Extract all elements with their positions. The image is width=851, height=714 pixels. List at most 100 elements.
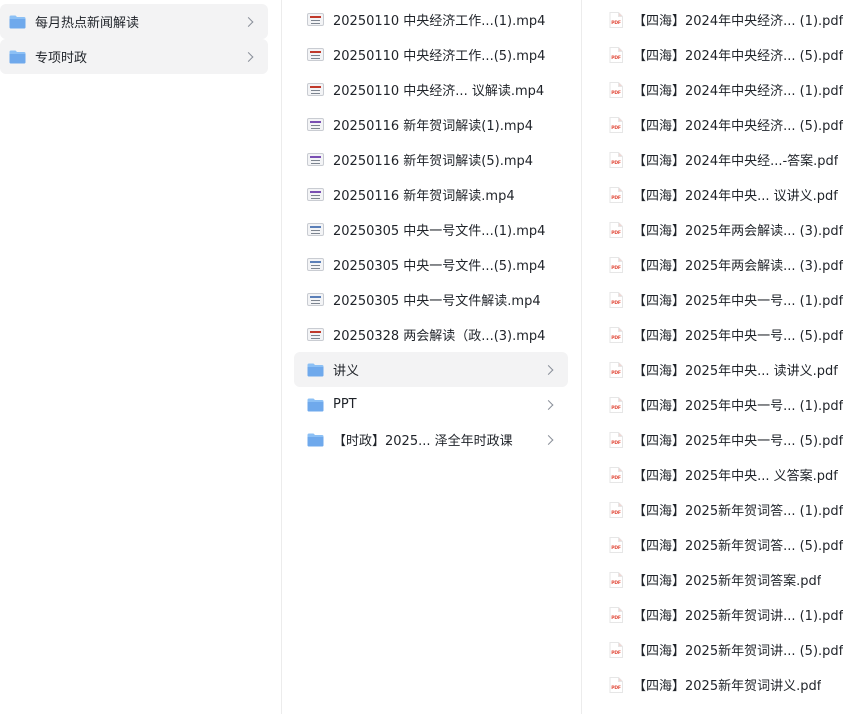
pdf-file-item[interactable]: PDF 【四海】2024年中央... 议讲义.pdf — [604, 177, 851, 212]
video-file-item[interactable]: 20250305 中央一号文件...(1).mp4 — [294, 212, 568, 247]
folder-icon — [307, 363, 324, 377]
chevron-right-icon — [543, 364, 554, 375]
pdf-file-icon: PDF — [609, 606, 623, 623]
video-thumbnail-icon — [307, 118, 324, 131]
subfolder-label: 【时政】2025... 泽全年时政课 — [333, 434, 513, 449]
pdf-file-name: 【四海】2024年中央经济... (5).pdf — [633, 119, 844, 134]
video-file-name: 20250116 新年贺词解读.mp4 — [333, 189, 515, 204]
pdf-file-name: 【四海】2025新年贺词答... (1).pdf — [633, 504, 844, 519]
pdf-file-item[interactable]: PDF 【四海】2025年中央... 义答案.pdf — [604, 457, 851, 492]
pdf-file-name: 【四海】2025年中央... 读讲义.pdf — [633, 364, 838, 379]
subfolder-item[interactable]: PPT — [294, 387, 568, 422]
pdf-file-item[interactable]: PDF 【四海】2025新年贺词答... (5).pdf — [604, 527, 851, 562]
video-file-item[interactable]: 20250116 新年贺词解读(5).mp4 — [294, 142, 568, 177]
pdf-file-icon: PDF — [609, 291, 623, 308]
video-thumbnail-icon — [307, 223, 324, 236]
pdf-badge: PDF — [611, 475, 621, 481]
pdf-file-name: 【四海】2025年中央一号... (1).pdf — [633, 294, 844, 309]
pdf-badge: PDF — [611, 20, 621, 26]
video-file-item[interactable]: 20250110 中央经济... 议解读.mp4 — [294, 72, 568, 107]
pdf-file-item[interactable]: PDF 【四海】2025年中央... 读讲义.pdf — [604, 352, 851, 387]
subfolder-label: PPT — [333, 397, 357, 412]
pdf-file-name: 【四海】2025年中央... 义答案.pdf — [633, 469, 838, 484]
pdf-file-item[interactable]: PDF 【四海】2025新年贺词答... (1).pdf — [604, 492, 851, 527]
pdf-file-item[interactable]: PDF 【四海】2025新年贺词答案.pdf — [604, 562, 851, 597]
pdf-badge: PDF — [611, 335, 621, 341]
subfolder-item[interactable]: 讲义 — [294, 352, 568, 387]
pdf-file-icon: PDF — [609, 11, 623, 28]
video-file-item[interactable]: 20250110 中央经济工作...(1).mp4 — [294, 2, 568, 37]
pdf-badge: PDF — [611, 195, 621, 201]
pdf-file-item[interactable]: PDF 【四海】2025年两会解读... (3).pdf — [604, 247, 851, 282]
chevron-right-icon — [543, 399, 554, 410]
pdf-file-icon: PDF — [609, 536, 623, 553]
video-thumbnail-icon — [307, 188, 324, 201]
pdf-file-item[interactable]: PDF 【四海】2024年中央经济... (5).pdf — [604, 107, 851, 142]
pdf-file-item[interactable]: PDF 【四海】2025新年贺词讲义.pdf — [604, 667, 851, 702]
pdf-file-item[interactable]: PDF 【四海】2025新年贺词讲... (5).pdf — [604, 632, 851, 667]
folder-icon — [307, 433, 324, 447]
chevron-right-icon — [243, 51, 254, 62]
pdf-badge: PDF — [611, 300, 621, 306]
pdf-file-icon: PDF — [609, 186, 623, 203]
pdf-badge: PDF — [611, 90, 621, 96]
pdf-file-name: 【四海】2025新年贺词讲... (5).pdf — [633, 644, 844, 659]
video-file-name: 20250110 中央经济工作...(5).mp4 — [333, 49, 546, 64]
category-item[interactable]: 专项时政 — [0, 39, 268, 74]
category-column: 每月热点新闻解读 专项时政 — [0, 0, 280, 714]
subfolder-item[interactable]: 【时政】2025... 泽全年时政课 — [294, 422, 568, 457]
video-file-item[interactable]: 20250116 新年贺词解读.mp4 — [294, 177, 568, 212]
pdf-file-item[interactable]: PDF 【四海】2025年中央一号... (5).pdf — [604, 422, 851, 457]
category-label: 专项时政 — [35, 51, 88, 66]
folder-contents-column: 20250110 中央经济工作...(1).mp4 20250110 中央经济工作… — [281, 0, 580, 714]
video-file-name: 20250116 新年贺词解读(5).mp4 — [333, 154, 534, 169]
pdf-file-icon: PDF — [609, 151, 623, 168]
video-file-item[interactable]: 20250110 中央经济工作...(5).mp4 — [294, 37, 568, 72]
pdf-badge: PDF — [611, 510, 621, 516]
folder-icon — [307, 398, 324, 412]
pdf-badge: PDF — [611, 440, 621, 446]
pdf-file-item[interactable]: PDF 【四海】2025年中央一号... (1).pdf — [604, 282, 851, 317]
pdf-file-item[interactable]: PDF 【四海】2025年中央一号... (1).pdf — [604, 387, 851, 422]
video-file-item[interactable]: 20250328 两会解读（政...(3).mp4 — [294, 317, 568, 352]
pdf-file-name: 【四海】2025新年贺词讲... (1).pdf — [633, 609, 844, 624]
subfolder-label: 讲义 — [333, 364, 360, 379]
pdf-badge: PDF — [611, 545, 621, 551]
pdf-file-name: 【四海】2024年中央经济... (1).pdf — [633, 84, 844, 99]
pdf-badge: PDF — [611, 405, 621, 411]
chevron-right-icon — [243, 16, 254, 27]
pdf-file-icon: PDF — [609, 466, 623, 483]
pdf-file-icon: PDF — [609, 501, 623, 518]
pdf-file-item[interactable]: PDF 【四海】2024年中央经济... (1).pdf — [604, 72, 851, 107]
pdf-file-item[interactable]: PDF 【四海】2025新年贺词讲... (1).pdf — [604, 597, 851, 632]
video-thumbnail-icon — [307, 13, 324, 26]
pdf-file-name: 【四海】2025年中央一号... (5).pdf — [633, 329, 844, 344]
pdf-file-name: 【四海】2025新年贺词答... (5).pdf — [633, 539, 844, 554]
folder-icon — [9, 15, 26, 29]
pdf-badge: PDF — [611, 55, 621, 61]
pdf-file-icon: PDF — [609, 676, 623, 693]
category-label: 每月热点新闻解读 — [35, 16, 140, 31]
pdf-file-item[interactable]: PDF 【四海】2025年中央一号... (5).pdf — [604, 317, 851, 352]
video-thumbnail-icon — [307, 153, 324, 166]
video-file-item[interactable]: 20250305 中央一号文件...(5).mp4 — [294, 247, 568, 282]
pdf-file-item[interactable]: PDF 【四海】2024年中央经济... (1).pdf — [604, 2, 851, 37]
chevron-right-icon — [543, 434, 554, 445]
pdf-badge: PDF — [611, 160, 621, 166]
pdf-file-icon: PDF — [609, 81, 623, 98]
pdf-file-item[interactable]: PDF 【四海】2024年中央经济... (5).pdf — [604, 37, 851, 72]
video-file-item[interactable]: 20250305 中央一号文件解读.mp4 — [294, 282, 568, 317]
video-thumbnail-icon — [307, 83, 324, 96]
pdf-file-name: 【四海】2025年两会解读... (3).pdf — [633, 259, 844, 274]
pdf-file-icon: PDF — [609, 431, 623, 448]
pdf-file-icon: PDF — [609, 361, 623, 378]
video-file-name: 20250110 中央经济工作...(1).mp4 — [333, 14, 546, 29]
category-item[interactable]: 每月热点新闻解读 — [0, 4, 268, 39]
folder-icon — [9, 50, 26, 64]
video-file-name: 20250328 两会解读（政...(3).mp4 — [333, 329, 546, 344]
pdf-file-item[interactable]: PDF 【四海】2024年中央经...-答案.pdf — [604, 142, 851, 177]
pdf-file-name: 【四海】2024年中央经...-答案.pdf — [633, 154, 839, 169]
video-file-item[interactable]: 20250116 新年贺词解读(1).mp4 — [294, 107, 568, 142]
pdf-file-icon: PDF — [609, 46, 623, 63]
pdf-file-item[interactable]: PDF 【四海】2025年两会解读... (3).pdf — [604, 212, 851, 247]
